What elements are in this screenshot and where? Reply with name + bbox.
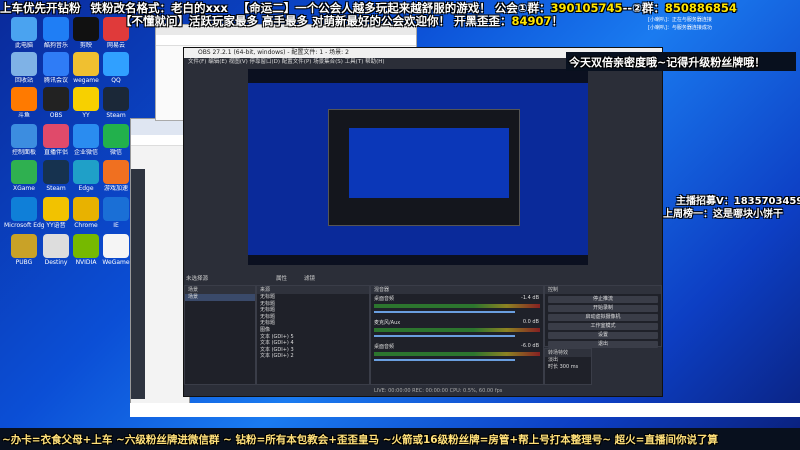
duration-label: 时长 [548,363,559,370]
no-source-label: 未选择源 [186,276,209,282]
obs-preview[interactable] [248,69,588,265]
desktop-icon-label: 网易云 [106,42,125,49]
transitions-dock[interactable]: 转场特效 淡出 时长 300 ms [544,348,592,385]
banner-vip: 上车优先开钻粉 [0,1,81,15]
bottom-ticker: ~办卡=衣食父母+上车 ~六级粉丝牌进微信群 ~ 钻粉=所有本包教会+歪歪皇马 … [2,434,718,446]
control-button[interactable]: 启动虚拟摄像机 [548,314,658,321]
channel-name: 桌面音频 [374,344,395,350]
controls-dock[interactable]: 控制 停止推流开始录制启动虚拟摄像机 工作室模式设置退出 [544,285,662,348]
scene-item[interactable]: 场景 [185,294,255,301]
channel-name: 麦克风/Aux [374,320,401,326]
control-button[interactable]: 工作室模式 [548,323,658,330]
top-banner-line2: 【不懂就问】活跃玩家最多 高手最多 对萌新最好的公会欢迎你！ 开黑歪歪：8490… [120,13,563,29]
mixer-dock[interactable]: 混音器 桌面音频 -1.4 dB 麦克风/Aux 0.0 dB 桌面音频 -6.0 dB [370,285,544,385]
mixer-channel[interactable]: 麦克风/Aux 0.0 dB [371,318,543,342]
desktop-icon[interactable]: Steam [96,87,136,120]
source-item[interactable]: 无标题 [257,307,369,314]
sources-dock[interactable]: 来源 无标题 无标题 无标题 无标题 无标题 图像 文本 (GDI+) 5 文本 (GDI+)… [256,285,370,385]
obs-statusbar: LIVE: 00:00:00 REC: 00:00:00 CPU: 0.5%, … [184,386,662,396]
browser-window[interactable] [130,118,190,404]
duration-row[interactable]: 时长 300 ms [545,364,591,371]
taskbar[interactable] [130,403,800,417]
source-item[interactable]: 无标题 [257,294,369,301]
banner-sep: --②群： [622,1,665,15]
transition-select[interactable]: 淡出 [545,357,591,364]
channel-db: 0.0 dB [522,319,539,325]
scenes-dock[interactable]: 场景 场景 [184,285,256,385]
control-button[interactable]: 停止推流 [548,296,658,303]
app-icon [103,160,129,184]
app-icon [103,87,129,111]
app-icon [103,52,129,76]
corner-notice: [小喇叭]：正在与服务器连接 [小喇叭]：与服务器连接成功 [648,16,712,32]
mixer-channel[interactable]: 桌面音频 -1.4 dB [371,294,543,318]
desktop-icon[interactable]: QQ [96,52,136,85]
app-icon [11,197,37,221]
app-icon [11,124,37,148]
app-icon [11,17,37,41]
volume-meter [374,352,540,356]
channel-db: -1.4 dB [521,295,539,301]
control-button[interactable]: 设置 [548,332,658,339]
source-item[interactable]: 文本 (GDI+) 2 [257,353,369,360]
banner-ask: 【不懂就问】活跃玩家最多 高手最多 对萌新最好的公会欢迎你！ 开黑歪歪： [120,14,512,28]
channel-db: -6.0 dB [521,343,539,349]
obs-window[interactable]: OBS 27.2.1 (64-bit, windows) - 配置文件: 1 -… [183,47,663,397]
volume-meter [374,328,540,332]
filters-button[interactable]: 滤镜 [304,274,315,282]
app-icon [11,234,37,258]
banner-group2: 850886854 [664,1,737,15]
source-item[interactable]: 文本 (GDI+) 4 [257,340,369,347]
promo-text: 今天双倍亲密度哦~记得升级粉丝牌哦！ [569,56,766,69]
app-icon [11,87,37,111]
banner-end: ！ [551,14,564,28]
transitions-header: 转场特效 [545,349,591,357]
app-icon [103,197,129,221]
banner-yy: 84907 [511,14,552,28]
controls-header: 控制 [545,286,661,294]
sources-header: 来源 [257,286,369,294]
volume-slider[interactable] [374,359,516,361]
app-icon [103,234,129,258]
properties-button[interactable]: 属性 [276,274,287,282]
duration-value: 300 ms [559,363,579,370]
scenes-header: 场景 [185,286,255,294]
app-icon [103,124,129,148]
volume-slider[interactable] [374,335,516,337]
app-icon [11,160,37,184]
control-button[interactable]: 退出 [548,341,658,348]
volume-slider[interactable] [374,311,516,313]
notice-line1: [小喇叭]：正在与服务器连接 [648,17,712,23]
rank-text: 上周榜一：这是哪块小饼干 [663,209,783,220]
volume-meter [374,304,540,308]
mixer-channel[interactable]: 桌面音频 -6.0 dB [371,342,543,366]
channel-name: 桌面音频 [374,296,395,302]
notice-line2: [小喇叭]：与服务器连接成功 [648,25,712,31]
source-item[interactable]: 图像 [257,327,369,334]
desktop-icon-label: QQ [111,77,121,84]
mixer-header: 混音器 [371,286,543,294]
app-icon [11,52,37,76]
control-button[interactable]: 开始录制 [548,305,658,312]
source-item[interactable]: 无标题 [257,320,369,327]
